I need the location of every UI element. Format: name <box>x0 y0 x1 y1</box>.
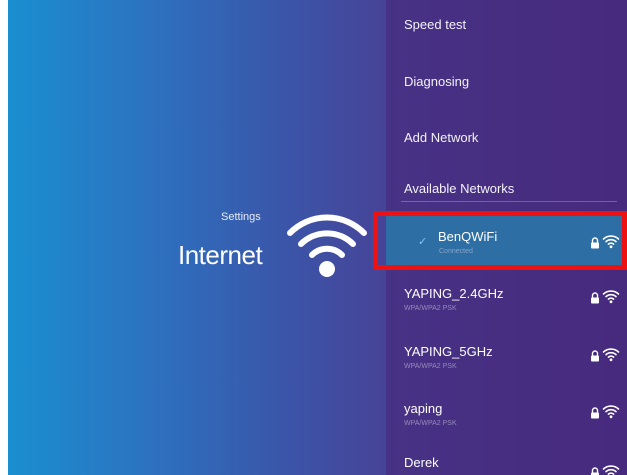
add-network-item[interactable]: Add Network <box>404 130 478 145</box>
wifi-signal-icon <box>602 405 620 419</box>
speed-test-item[interactable]: Speed test <box>404 17 466 32</box>
left-panel: Settings Internet <box>8 0 378 475</box>
network-name: Derek <box>404 455 439 470</box>
wifi-icon <box>287 214 367 277</box>
wifi-signal-icon <box>602 465 620 475</box>
available-networks-header: Available Networks <box>404 181 515 196</box>
page-title: Internet <box>178 240 263 270</box>
network-security: WPA/WPA2 PSK <box>404 305 457 312</box>
selection-highlight-box <box>373 211 627 270</box>
wifi-signal-icon <box>602 290 620 304</box>
breadcrumb: Settings <box>221 211 261 223</box>
lock-icon <box>591 292 599 304</box>
diagnosing-item[interactable]: Diagnosing <box>404 74 469 89</box>
network-name: YAPING_5GHz <box>404 344 493 359</box>
wifi-signal-icon <box>602 348 620 362</box>
network-security: WPA/WPA2 PSK <box>404 363 457 370</box>
network-name: YAPING_2.4GHz <box>404 286 504 301</box>
divider <box>401 201 617 202</box>
network-item-derek[interactable]: Derek <box>386 445 627 475</box>
network-item-yaping[interactable]: yaping WPA/WPA2 PSK <box>386 391 627 441</box>
network-item-yaping-5[interactable]: YAPING_5GHz WPA/WPA2 PSK <box>386 334 627 384</box>
lock-icon <box>591 467 599 475</box>
lock-icon <box>591 350 599 362</box>
lock-icon <box>591 407 599 419</box>
network-name: yaping <box>404 401 443 416</box>
network-security: WPA/WPA2 PSK <box>404 420 457 427</box>
network-item-yaping-24[interactable]: YAPING_2.4GHz WPA/WPA2 PSK <box>386 276 627 326</box>
